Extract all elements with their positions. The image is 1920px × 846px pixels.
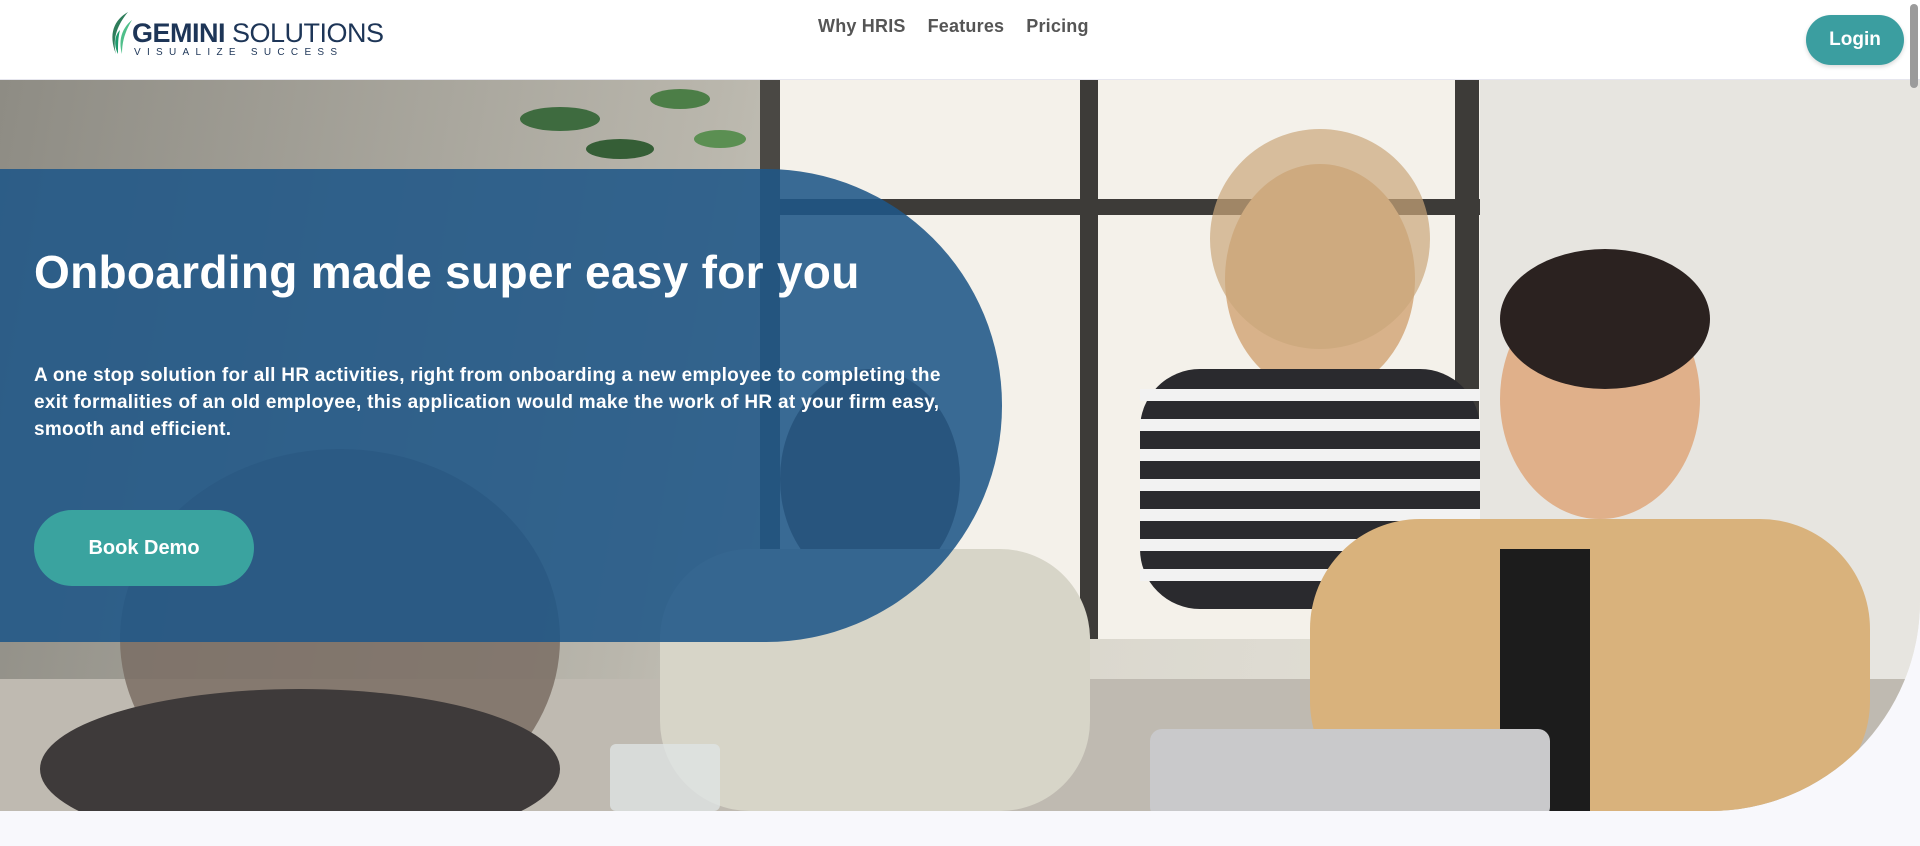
nav-pricing[interactable]: Pricing [1026, 16, 1088, 37]
login-button[interactable]: Login [1806, 15, 1904, 65]
logo-brand-light: SOLUTIONS [225, 18, 384, 48]
logo-brand-bold: GEMINI [132, 18, 226, 48]
book-demo-button[interactable]: Book Demo [34, 510, 254, 586]
main-nav: Why HRIS Features Pricing [818, 16, 1089, 37]
hero-description: A one stop solution for all HR activitie… [34, 365, 941, 440]
page-scrollbar[interactable] [1908, 0, 1920, 846]
site-header: GEMINI SOLUTIONS VISUALIZE SUCCESS Why H… [0, 0, 1920, 80]
nav-why-hris[interactable]: Why HRIS [818, 16, 906, 37]
logo-wordmark: GEMINI SOLUTIONS [132, 18, 384, 49]
gemini-solutions-logo[interactable]: GEMINI SOLUTIONS VISUALIZE SUCCESS [106, 10, 384, 60]
hero-section: Onboarding made super easy for you A one… [0, 79, 1920, 811]
scrollbar-thumb[interactable] [1910, 4, 1918, 88]
hero-title: Onboarding made super easy for you [34, 246, 860, 298]
logo-tagline: VISUALIZE SUCCESS [134, 47, 344, 58]
nav-features[interactable]: Features [928, 16, 1005, 37]
